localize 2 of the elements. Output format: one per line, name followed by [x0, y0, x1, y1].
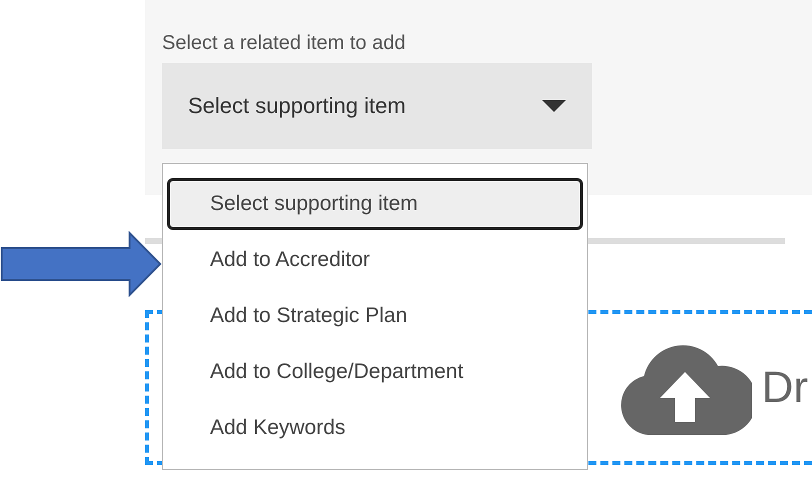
- field-label: Select a related item to add: [162, 32, 406, 55]
- drop-text: Dr: [762, 362, 808, 412]
